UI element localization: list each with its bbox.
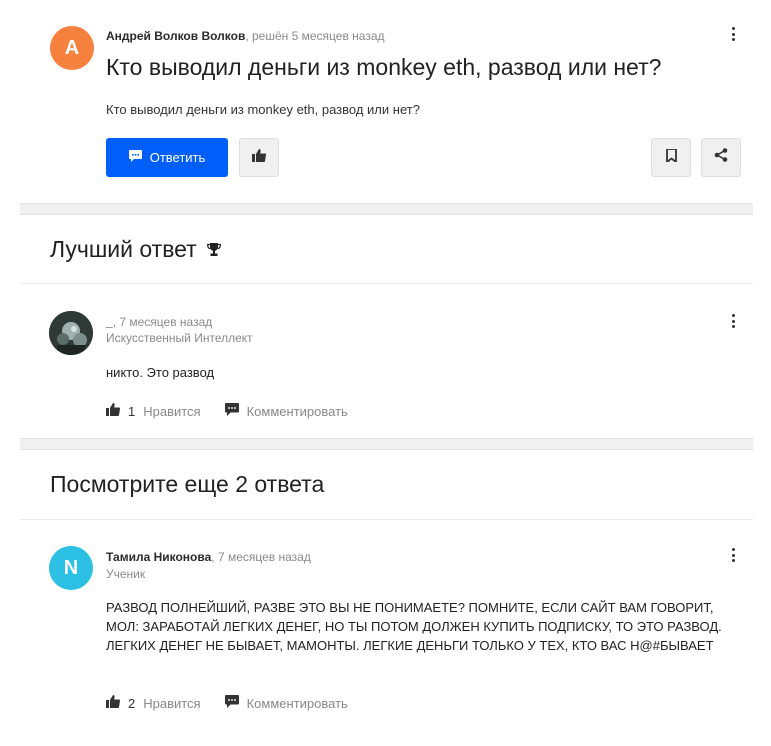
best-answer-text: никто. Это развод (106, 365, 215, 380)
share-icon (714, 148, 728, 167)
separator (20, 283, 753, 284)
question-title: Кто выводил деньги из monkey eth, развод… (106, 54, 662, 80)
best-answer-meta-line: _, 7 месяцев назад (106, 313, 212, 331)
answer-text: РАЗВОД ПОЛНЕЙШИЙ, РАЗВЕ ЭТО ВЫ НЕ ПОНИМА… (106, 600, 722, 653)
best-answer-author-role: Искусственный Интеллект (106, 331, 253, 345)
answer-author-avatar[interactable]: N (49, 546, 93, 590)
separator (20, 519, 753, 520)
thumbs-up-icon (252, 148, 267, 167)
avatar-letter: N (63, 556, 79, 579)
question-author-avatar[interactable]: A (50, 26, 94, 70)
more-answers-title: Посмотрите еще 2 ответа (50, 471, 325, 497)
comment-label: Комментировать (246, 403, 348, 419)
best-answer-comment-button[interactable]: Комментировать (224, 403, 348, 419)
avatar-image (49, 311, 93, 355)
best-answer-heading: Лучший ответ (50, 236, 221, 263)
more-answers-heading: Посмотрите еще 2 ответа (50, 471, 324, 498)
reply-button[interactable]: Ответить (106, 138, 228, 177)
comment-label: Комментировать (246, 695, 348, 711)
answer-more-button[interactable] (725, 545, 741, 565)
best-answer-more-button[interactable] (725, 311, 741, 331)
answer-timestamp: , 7 месяцев назад (211, 550, 311, 564)
section-divider (20, 203, 753, 215)
like-count: 2 (128, 695, 136, 711)
best-answer-like-button[interactable]: 1 Нравится (106, 403, 201, 419)
question-timestamp: , решён 5 месяцев назад (245, 29, 385, 43)
best-answer-author-avatar[interactable] (49, 311, 93, 355)
answer-comment-button[interactable]: Комментировать (224, 695, 348, 711)
bookmark-icon (665, 147, 677, 167)
question-author-name[interactable]: Андрей Волков Волков (106, 29, 245, 43)
reply-button-label: Ответить (149, 150, 206, 165)
comment-icon (128, 150, 142, 165)
share-button[interactable] (701, 138, 741, 177)
answer-author-name[interactable]: Тамила Никонова (106, 550, 211, 564)
answer-meta-line: Тамила Никонова, 7 месяцев назад (106, 548, 311, 566)
answer-like-button[interactable]: 2 Нравится (106, 695, 201, 711)
best-answer-actions: 1 Нравится Комментировать (106, 403, 348, 419)
question-more-button[interactable] (725, 24, 741, 44)
answer-author-role: Ученик (106, 567, 146, 581)
trophy-icon (206, 236, 221, 263)
like-question-button[interactable] (239, 138, 279, 177)
best-answer-title: Лучший ответ (50, 236, 197, 262)
best-answer-timestamp: , 7 месяцев назад (112, 315, 213, 329)
question-meta-line: Андрей Волков Волков, решён 5 месяцев на… (106, 27, 385, 45)
like-label: Нравится (143, 695, 201, 711)
avatar-letter: A (64, 36, 80, 59)
like-count: 1 (128, 403, 136, 419)
question-body: Кто выводил деньги из monkey eth, развод… (106, 102, 420, 117)
thumbs-up-icon (106, 403, 121, 419)
best-answer-author-name[interactable]: _ (106, 315, 113, 329)
comment-icon (224, 403, 239, 419)
thumbs-up-icon (106, 695, 121, 711)
answer-actions: 2 Нравится Комментировать (106, 695, 348, 711)
comment-icon (224, 695, 239, 711)
section-divider (20, 438, 753, 450)
like-label: Нравится (143, 403, 201, 419)
bookmark-button[interactable] (651, 138, 691, 177)
